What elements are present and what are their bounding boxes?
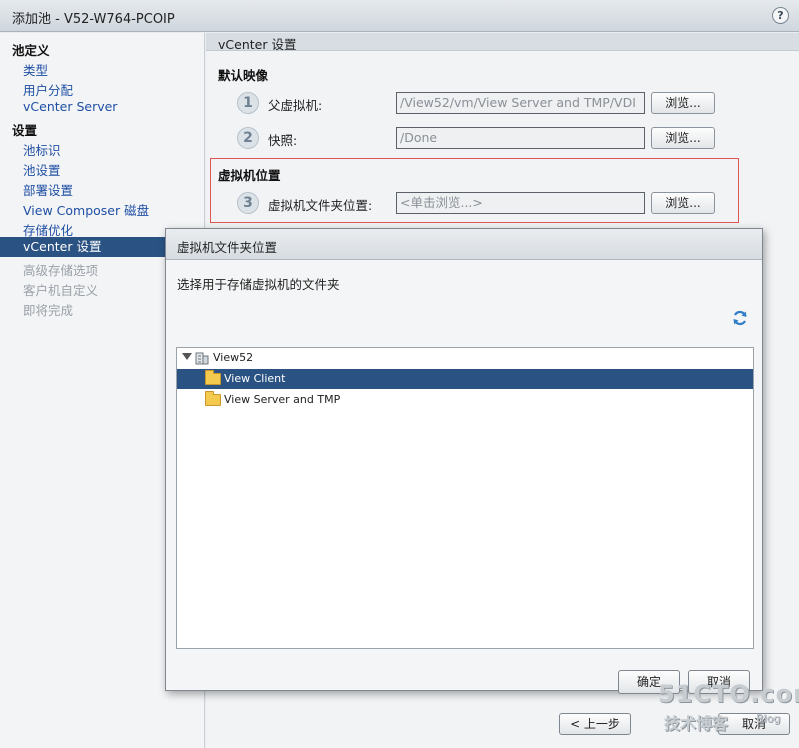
nav-item-guest-customization: 客户机自定义 (23, 283, 99, 298)
nav-item-composer-disks[interactable]: View Composer 磁盘 (23, 200, 149, 219)
window-title: 添加池 - V52-W764-PCOIP (12, 12, 175, 27)
nav-section-pool-definition: 池定义 (12, 43, 50, 58)
collapse-arrow-icon[interactable] (182, 353, 192, 360)
snapshot-field[interactable]: /Done (396, 127, 645, 149)
dialog-cancel-button[interactable]: 取消 (688, 670, 750, 694)
tree-root-label: View52 (213, 351, 254, 364)
folder-tree[interactable]: View52 View Client View Server and TMP (176, 347, 754, 649)
tree-node-view-client[interactable]: View Client (177, 369, 753, 389)
step-badge-1: 1 (237, 92, 259, 114)
nav-item-ready-to-complete: 即将完成 (23, 303, 74, 318)
parent-vm-field[interactable]: /View52/vm/View Server and TMP/VDI (396, 92, 645, 114)
folder-icon (205, 391, 221, 406)
pane-title: vCenter 设置 (218, 37, 297, 52)
refresh-icon[interactable] (731, 309, 749, 327)
datacenter-icon (195, 352, 209, 365)
parent-vm-browse-button[interactable]: 浏览... (651, 92, 715, 114)
vm-folder-label: 虚拟机文件夹位置: (268, 198, 373, 213)
default-image-heading: 默认映像 (218, 68, 269, 83)
pane-header: vCenter 设置 (206, 33, 799, 52)
tree-node-label: View Client (224, 372, 286, 385)
nav-item-pool-id[interactable]: 池标识 (23, 140, 61, 159)
vm-folder-browse-button[interactable]: 浏览... (651, 192, 715, 214)
vm-location-heading: 虚拟机位置 (218, 168, 281, 183)
vm-folder-field[interactable]: <单击浏览...> (396, 192, 645, 214)
tree-node-label: View Server and TMP (224, 393, 341, 406)
nav-item-vcenter-server[interactable]: vCenter Server (23, 99, 117, 114)
nav-item-user-assignment[interactable]: 用户分配 (23, 80, 73, 99)
snapshot-browse-button[interactable]: 浏览... (651, 127, 715, 149)
nav-item-type[interactable]: 类型 (23, 60, 48, 79)
folder-icon (205, 370, 221, 385)
nav-item-deploy-settings[interactable]: 部署设置 (23, 180, 73, 199)
folder-picker-dialog: 虚拟机文件夹位置 选择用于存储虚拟机的文件夹 View52 View Clien… (165, 228, 763, 694)
parent-vm-label: 父虚拟机: (268, 98, 323, 113)
tree-node-root[interactable]: View52 (177, 348, 753, 368)
tree-node-view-server-tmp[interactable]: View Server and TMP (177, 390, 753, 410)
step-badge-3: 3 (237, 192, 259, 214)
ok-button[interactable]: 确定 (618, 670, 680, 694)
dialog-prompt: 选择用于存储虚拟机的文件夹 (177, 277, 340, 292)
nav-item-pool-settings[interactable]: 池设置 (23, 160, 61, 179)
dialog-header: 虚拟机文件夹位置 (166, 229, 762, 260)
back-button[interactable]: < 上一步 (559, 713, 631, 735)
wizard-cancel-button[interactable]: 取消 (718, 713, 790, 735)
step-badge-2: 2 (237, 127, 259, 149)
snapshot-label: 快照: (268, 133, 298, 148)
nav-item-advanced-storage: 高级存储选项 (23, 263, 99, 278)
dialog-title: 虚拟机文件夹位置 (177, 240, 278, 255)
help-icon[interactable]: ? (772, 7, 789, 24)
title-bar: 添加池 - V52-W764-PCOIP ? (0, 0, 799, 32)
nav-section-settings: 设置 (12, 123, 38, 138)
